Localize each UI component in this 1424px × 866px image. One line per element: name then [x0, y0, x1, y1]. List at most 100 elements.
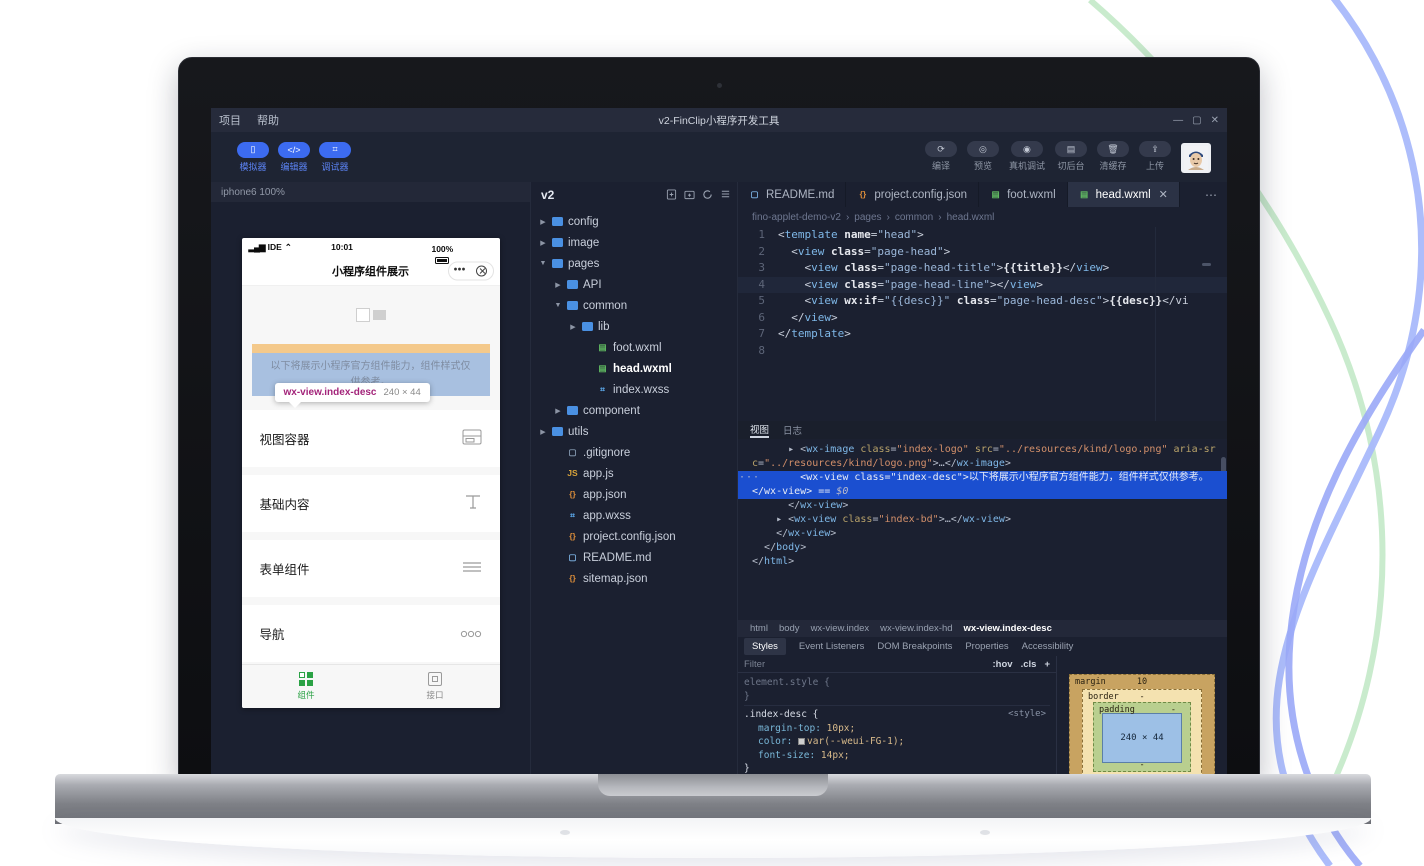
- tabbar-item-api[interactable]: 接口: [371, 665, 500, 708]
- toolbar-button-preview[interactable]: ◎预览: [967, 141, 999, 172]
- styles-tab-properties[interactable]: Properties: [965, 641, 1008, 652]
- add-rule-icon[interactable]: +: [1044, 659, 1050, 670]
- close-tab-icon[interactable]: ✕: [1159, 188, 1168, 201]
- tree-item-sitemap-json[interactable]: {}sitemap.json: [531, 568, 737, 589]
- toolbar-button-debugger[interactable]: ⌗调试器: [319, 142, 351, 173]
- tree-item--gitignore[interactable]: ▢.gitignore: [531, 442, 737, 463]
- menu-bar[interactable]: 项目 帮助: [219, 112, 279, 128]
- tree-item-API[interactable]: ▶API: [531, 274, 737, 295]
- tree-item-foot-wxml[interactable]: ▤foot.wxml: [531, 337, 737, 358]
- color-swatch[interactable]: [798, 738, 805, 745]
- toolbar-button-compile[interactable]: ⟳编译: [925, 141, 957, 172]
- code-editor[interactable]: 1<template name="head">2 <view class="pa…: [738, 227, 1227, 421]
- tree-item-app-js[interactable]: JSapp.js: [531, 463, 737, 484]
- refresh-icon[interactable]: [702, 189, 713, 200]
- tree-item-head-wxml[interactable]: ▤head.wxml: [531, 358, 737, 379]
- chevron-down-icon[interactable]: ▼: [539, 260, 547, 267]
- dom-breadcrumb-html[interactable]: html: [750, 623, 768, 634]
- breadcrumb-segment[interactable]: head.wxml: [947, 212, 995, 223]
- tree-item-index-wxss[interactable]: ⌗index.wxss: [531, 379, 737, 400]
- breadcrumb-segment[interactable]: pages: [854, 212, 881, 223]
- toolbar-button-device-debug[interactable]: ◉真机调试: [1009, 141, 1045, 172]
- css-property-value[interactable]: 10px;: [827, 723, 856, 734]
- css-property-value[interactable]: 14px;: [821, 750, 850, 761]
- code-line[interactable]: 4 <view class="page-head-line"></view>: [738, 277, 1227, 294]
- hov-toggle[interactable]: :hov: [993, 659, 1013, 670]
- css-declaration[interactable]: margin-top: 10px;: [744, 722, 1050, 736]
- box-border-top-value[interactable]: -: [1139, 692, 1144, 702]
- chevron-down-icon[interactable]: ▼: [554, 302, 562, 309]
- close-circle-icon[interactable]: [476, 265, 487, 276]
- styles-tab-event-listeners[interactable]: Event Listeners: [799, 641, 864, 652]
- maximize-icon[interactable]: ▢: [1192, 115, 1201, 126]
- dom-breadcrumb[interactable]: html body wx-view.index wx-view.index-hd wx-…: [738, 620, 1227, 637]
- css-selector[interactable]: .index-desc {: [744, 708, 1050, 722]
- dom-tree[interactable]: ▸ <wx-image class="index-logo" src="../r…: [738, 439, 1227, 620]
- list-item[interactable]: 视图容器: [242, 410, 500, 467]
- devtools-tab-视图[interactable]: 视图: [750, 422, 769, 438]
- code-line[interactable]: 2 <view class="page-head">: [738, 244, 1227, 261]
- box-padding-bottom-value[interactable]: -: [1139, 760, 1144, 770]
- menu-item-help[interactable]: 帮助: [257, 112, 279, 128]
- cls-toggle[interactable]: .cls: [1021, 659, 1037, 670]
- css-property-value[interactable]: var(--weui-FG-1);: [807, 736, 904, 747]
- dom-node[interactable]: </wx-view>: [738, 527, 1227, 541]
- chevron-right-icon[interactable]: ▶: [539, 218, 547, 226]
- chevron-right-icon[interactable]: ▶: [569, 323, 577, 331]
- new-file-icon[interactable]: [666, 189, 677, 200]
- styles-tab-accessibility[interactable]: Accessibility: [1022, 641, 1074, 652]
- devtools-tab-日志[interactable]: 日志: [783, 423, 802, 437]
- styles-tab-dom-breakpoints[interactable]: DOM Breakpoints: [877, 641, 952, 652]
- window-controls[interactable]: — ▢ ✕: [1173, 115, 1219, 126]
- tree-item-component[interactable]: ▶component: [531, 400, 737, 421]
- tree-item-README-md[interactable]: ▢README.md: [531, 547, 737, 568]
- toolbar-button-editor[interactable]: </>编辑器: [278, 142, 310, 173]
- css-declaration[interactable]: color: var(--weui-FG-1);: [744, 735, 1050, 749]
- minimap-scroll-thumb[interactable]: [1202, 263, 1211, 266]
- breadcrumb-segment[interactable]: fino-applet-demo-v2: [752, 212, 841, 223]
- code-line[interactable]: 7</template>: [738, 326, 1227, 343]
- tree-item-project-config-json[interactable]: {}project.config.json: [531, 526, 737, 547]
- tree-item-config[interactable]: ▶config: [531, 211, 737, 232]
- dom-node[interactable]: </wx-view>: [738, 499, 1227, 513]
- css-selector[interactable]: element.style {: [744, 676, 1050, 690]
- tree-item-pages[interactable]: ▼pages: [531, 253, 737, 274]
- chevron-right-icon[interactable]: ▶: [539, 428, 547, 436]
- css-declaration[interactable]: font-size: 14px;: [744, 749, 1050, 763]
- dom-breadcrumb-wx-view-index-hd[interactable]: wx-view.index-hd: [880, 623, 952, 634]
- menu-item-project[interactable]: 项目: [219, 112, 241, 128]
- styles-filter-row[interactable]: Filter :hov .cls +: [738, 656, 1056, 673]
- dom-breadcrumb-wx-view-index-desc[interactable]: wx-view.index-desc: [964, 623, 1052, 634]
- dom-node[interactable]: ▸ <wx-image class="index-logo" src="../r…: [738, 443, 1227, 471]
- list-item[interactable]: 表单组件: [242, 540, 500, 597]
- dom-node[interactable]: </html>: [738, 555, 1227, 569]
- wechat-capsule[interactable]: •••: [448, 261, 494, 280]
- box-content-size[interactable]: 240 × 44: [1102, 713, 1182, 763]
- styles-filter-actions[interactable]: :hov .cls +: [993, 659, 1050, 670]
- new-folder-icon[interactable]: [684, 189, 695, 200]
- collapse-all-icon[interactable]: [720, 189, 731, 200]
- editor-tab-project-config-json[interactable]: {}project.config.json: [846, 182, 979, 207]
- file-tree[interactable]: ▶config▶image▼pages▶API▼common▶lib▤foot.…: [531, 207, 737, 589]
- tree-item-lib[interactable]: ▶lib: [531, 316, 737, 337]
- dom-breadcrumb-body[interactable]: body: [779, 623, 800, 634]
- user-avatar[interactable]: [1181, 143, 1211, 173]
- chevron-right-icon[interactable]: ▶: [554, 281, 562, 289]
- dom-breadcrumb-wx-view-index[interactable]: wx-view.index: [811, 623, 870, 634]
- tree-item-app-json[interactable]: {}app.json: [531, 484, 737, 505]
- box-padding-top-value[interactable]: -: [1171, 705, 1176, 715]
- code-minimap[interactable]: [1155, 227, 1213, 421]
- editor-tab-bar[interactable]: ▢README.md{}project.config.json▤foot.wxm…: [738, 182, 1227, 207]
- box-margin-top-value[interactable]: 10: [1137, 677, 1147, 687]
- tree-item-utils[interactable]: ▶utils: [531, 421, 737, 442]
- css-rule[interactable]: .index-desc {<style>margin-top: 10px;col…: [744, 708, 1050, 779]
- editor-tab-head-wxml[interactable]: ▤head.wxml✕: [1068, 182, 1180, 207]
- dom-node[interactable]: <wx-view class="index-desc">以下将展示小程序官方组件…: [738, 471, 1227, 499]
- dom-scrollbar[interactable]: [1220, 439, 1227, 620]
- explorer-actions[interactable]: [666, 189, 731, 200]
- code-line[interactable]: 6 </view>: [738, 310, 1227, 327]
- close-icon[interactable]: ✕: [1211, 115, 1219, 126]
- toolbar-button-clear-cache[interactable]: 🗑清缓存: [1097, 141, 1129, 172]
- devtools-tab-bar[interactable]: 视图日志: [738, 421, 1227, 439]
- breadcrumb-segment[interactable]: common: [895, 212, 933, 223]
